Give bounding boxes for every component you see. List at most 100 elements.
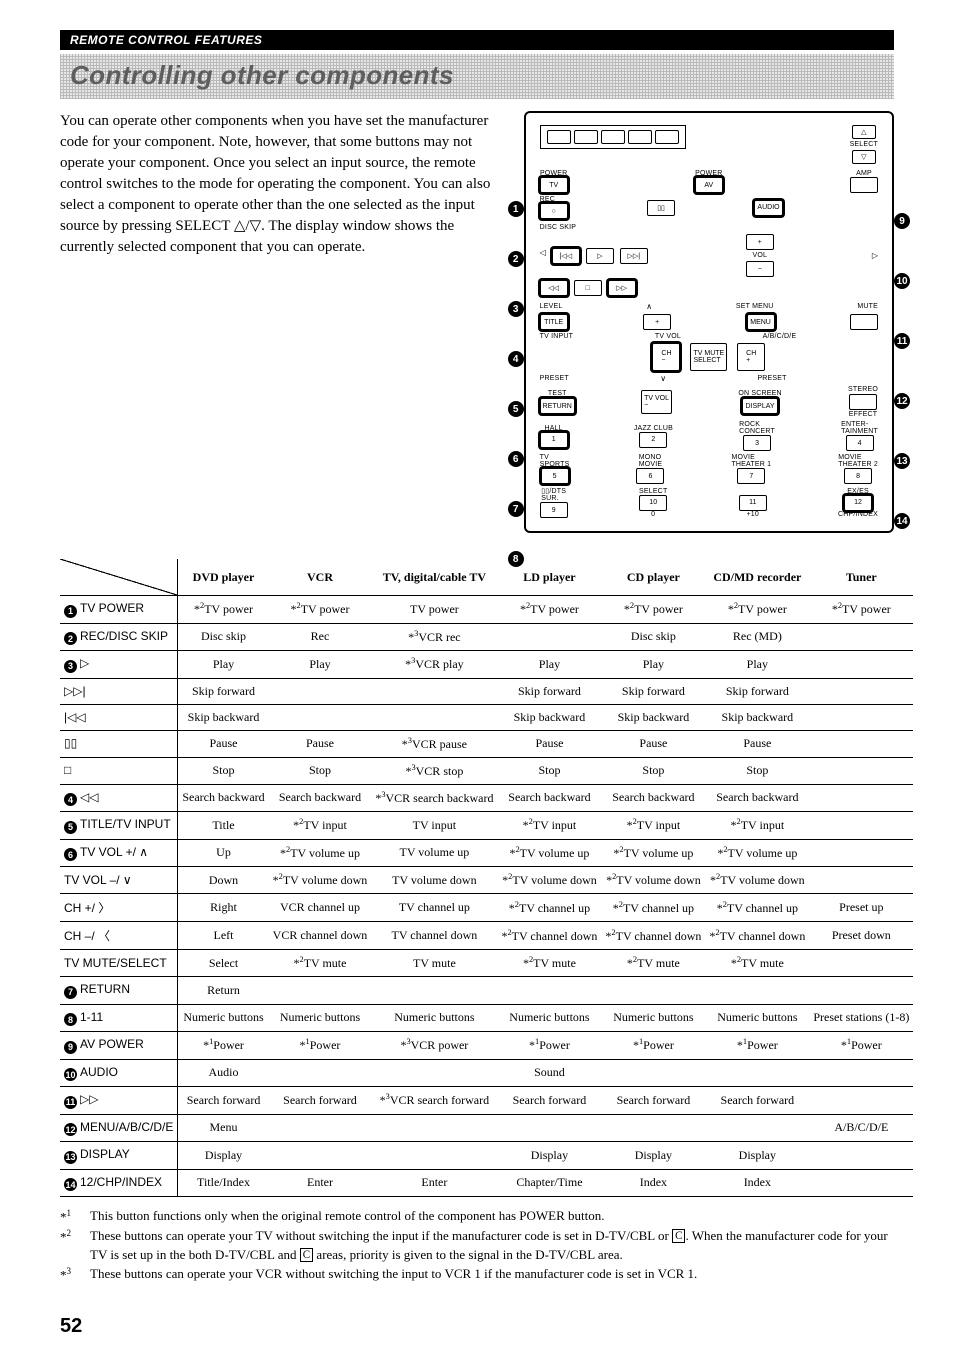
title-button[interactable]: TITLE	[540, 314, 568, 330]
mute-button[interactable]	[850, 314, 878, 330]
search-fwd-button[interactable]: ▷▷	[608, 280, 636, 296]
table-row: |◁◁Skip backwardSkip backwardSkip backwa…	[60, 704, 913, 730]
preset-r-label: PRESET	[757, 375, 786, 382]
table-cell	[809, 1059, 913, 1087]
tvmute-select-button[interactable]: TV MUTESELECT	[690, 343, 727, 371]
table-cell	[269, 1142, 372, 1170]
effect-button[interactable]	[849, 394, 877, 410]
table-cell: Enter	[371, 1169, 497, 1197]
row-label: 11▷▷	[60, 1087, 178, 1115]
table-cell: Display	[601, 1142, 705, 1170]
bullet-5: 5	[64, 821, 77, 834]
table-cell: Left	[178, 922, 269, 950]
av-power-button[interactable]: AV	[695, 177, 723, 193]
bullet-7: 7	[64, 986, 77, 999]
table-cell: *1Power	[809, 1032, 913, 1060]
stop-button[interactable]: □	[574, 280, 602, 296]
onscreen-label: ON SCREEN	[738, 390, 781, 397]
table-cell	[705, 977, 809, 1005]
num-9-button[interactable]: 9	[540, 502, 568, 518]
table-cell: Numeric buttons	[371, 1004, 497, 1032]
table-cell	[371, 704, 497, 730]
callout-10: 10	[894, 273, 910, 289]
table-row: □StopStop*3VCR stopStopStopStop	[60, 757, 913, 784]
table-row: 81-11Numeric buttonsNumeric buttonsNumer…	[60, 1004, 913, 1032]
table-cell: *2TV input	[601, 812, 705, 840]
table-cell: *3VCR stop	[371, 757, 497, 784]
table-cell: Search backward	[269, 784, 372, 812]
table-row: 7RETURNReturn	[60, 977, 913, 1005]
select-up-button[interactable]: △	[852, 125, 876, 139]
vol-up-button[interactable]: +	[746, 234, 774, 250]
table-cell: Search forward	[705, 1087, 809, 1115]
audio-button[interactable]: AUDIO	[754, 200, 782, 216]
num-4-button[interactable]: 4	[846, 435, 874, 451]
bullet-1: 1	[64, 605, 77, 618]
table-cell: Skip backward	[497, 704, 601, 730]
search-back-button[interactable]: ◁◁	[540, 280, 568, 296]
footnotes: *1This button functions only when the or…	[60, 1207, 894, 1285]
display-button[interactable]: DISPLAY	[742, 398, 777, 414]
table-cell: *2TV channel down	[705, 922, 809, 950]
menu-button[interactable]: MENU	[747, 314, 775, 330]
row-label: 10AUDIO	[60, 1059, 178, 1087]
column-header: TV, digital/cable TV	[371, 559, 497, 596]
play-button[interactable]: ▷	[586, 248, 614, 264]
pause-button[interactable]: ▯▯	[647, 200, 675, 216]
skip-fwd-button[interactable]: ▷▷|	[620, 248, 648, 264]
next-track-icon: ▷	[872, 251, 878, 260]
chp-label: CHP/INDEX	[838, 511, 878, 518]
skip-back-button[interactable]: |◁◁	[552, 248, 580, 264]
vol-down-button[interactable]: −	[746, 261, 774, 277]
bullet-11: 11	[64, 1096, 77, 1109]
table-cell: Search backward	[178, 784, 269, 812]
num-8-button[interactable]: 8	[844, 468, 872, 484]
num-11-button[interactable]: 11	[739, 495, 767, 511]
num-12-button[interactable]: 12	[844, 495, 872, 511]
bullet-6: 6	[64, 848, 77, 861]
down-arrow-icon: ∨	[660, 374, 666, 383]
tvvol-minus-button[interactable]: TV VOL−	[641, 390, 672, 414]
select-down-button[interactable]: ▽	[852, 150, 876, 164]
column-header: DVD player	[178, 559, 269, 596]
table-cell: *1Power	[178, 1032, 269, 1060]
table-cell	[809, 757, 913, 784]
table-cell: Numeric buttons	[497, 1004, 601, 1032]
num-10-button[interactable]: 10	[639, 495, 667, 511]
table-cell	[809, 977, 913, 1005]
table-row: 2REC/DISC SKIPDisc skipRec*3VCR recDisc …	[60, 623, 913, 651]
num-6-button[interactable]: 6	[636, 468, 664, 484]
table-cell: Search forward	[497, 1087, 601, 1115]
ch-plus-button[interactable]: CH+	[737, 343, 765, 371]
num-3-button[interactable]: 3	[743, 435, 771, 451]
intro-paragraph: You can operate other components when yo…	[60, 111, 494, 533]
table-cell: Enter	[269, 1169, 372, 1197]
prev-track-icon: ◁	[540, 248, 546, 264]
return-button[interactable]: RETURN	[540, 398, 575, 414]
table-cell	[371, 977, 497, 1005]
select-label: SELECT	[850, 141, 878, 148]
table-cell: Stop	[178, 757, 269, 784]
table-cell: Up	[178, 839, 269, 867]
rec-button[interactable]: ○	[540, 203, 568, 219]
table-row: 13DISPLAYDisplayDisplayDisplayDisplay	[60, 1142, 913, 1170]
num-5-button[interactable]: 5	[541, 468, 569, 484]
table-row: 10AUDIOAudioSound	[60, 1059, 913, 1087]
table-cell: Audio	[178, 1059, 269, 1087]
plus-button[interactable]: +	[643, 314, 671, 330]
section-header: REMOTE CONTROL FEATURES	[60, 30, 894, 50]
tv-power-button[interactable]: TV	[540, 177, 568, 193]
num-1-button[interactable]: 1	[540, 432, 568, 448]
table-cell: *1Power	[601, 1032, 705, 1060]
num-7-button[interactable]: 7	[737, 468, 765, 484]
ch-minus-button[interactable]: CH−	[652, 343, 680, 371]
table-row: 1TV POWER*2TV power*2TV powerTV power*2T…	[60, 596, 913, 624]
bullet-3: 3	[64, 660, 77, 673]
table-cell: Skip backward	[705, 704, 809, 730]
table-cell: Skip forward	[601, 678, 705, 704]
row-label: TV VOL –/ ∨	[60, 867, 178, 894]
table-cell	[269, 704, 372, 730]
amp-button[interactable]	[850, 177, 878, 193]
table-cell: *2TV volume up	[705, 839, 809, 867]
num-2-button[interactable]: 2	[639, 432, 667, 448]
